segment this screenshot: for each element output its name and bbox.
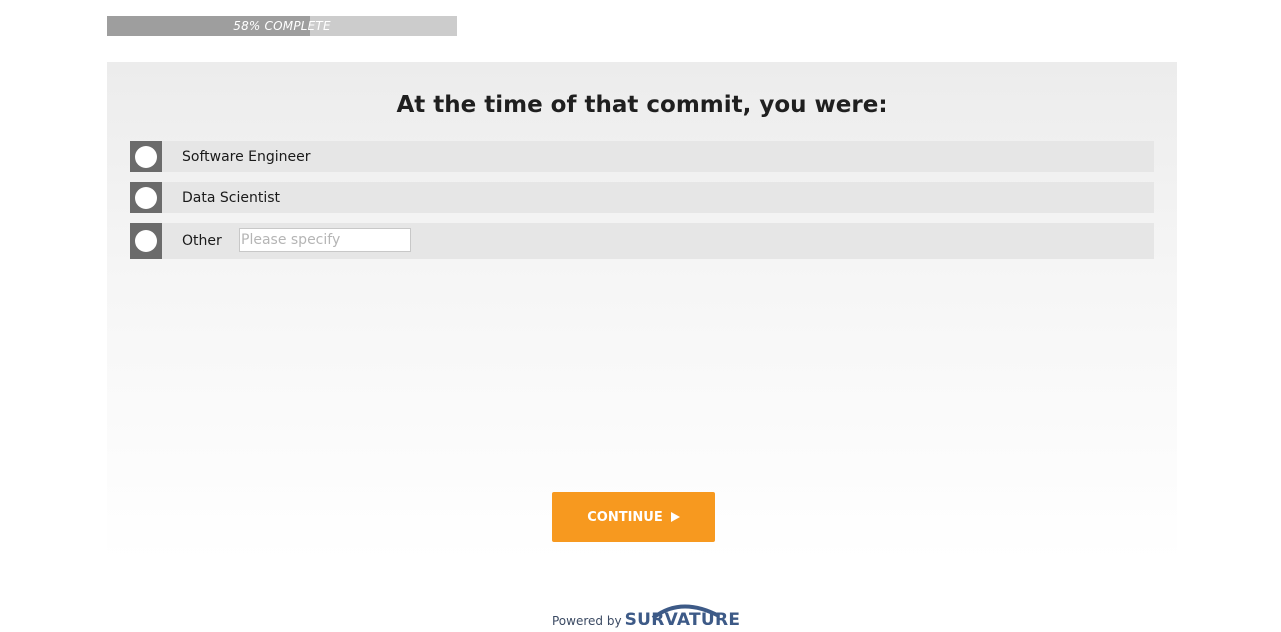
continue-button[interactable]: CONTINUE (552, 492, 715, 542)
radio-box[interactable] (130, 141, 162, 172)
radio-box[interactable] (130, 223, 162, 259)
option-label: Other (182, 233, 222, 249)
radio-circle-icon (135, 186, 157, 209)
question-title: At the time of that commit, you were: (396, 92, 888, 118)
footer: Powered by SURVATURE (552, 600, 740, 630)
option-label: Software Engineer (182, 148, 311, 165)
option-data-scientist[interactable]: Data Scientist (130, 182, 1154, 213)
powered-by-text: Powered by (552, 614, 622, 628)
radio-circle-icon (135, 230, 157, 252)
progress-bar: 58% COMPLETE (107, 16, 457, 36)
continue-label: CONTINUE (587, 509, 663, 525)
play-triangle-icon (670, 512, 680, 522)
other-specify-input[interactable] (239, 228, 411, 252)
logo-arc-icon (651, 604, 720, 618)
radio-circle-icon (135, 145, 157, 168)
question-panel: At the time of that commit, you were: So… (107, 62, 1177, 562)
progress-label: 58% COMPLETE (233, 19, 331, 33)
option-software-engineer[interactable]: Software Engineer (130, 141, 1154, 172)
option-label: Data Scientist (182, 189, 280, 206)
option-other[interactable]: Other (130, 223, 1154, 259)
survature-logo[interactable]: SURVATURE (625, 604, 741, 630)
radio-box[interactable] (130, 182, 162, 213)
